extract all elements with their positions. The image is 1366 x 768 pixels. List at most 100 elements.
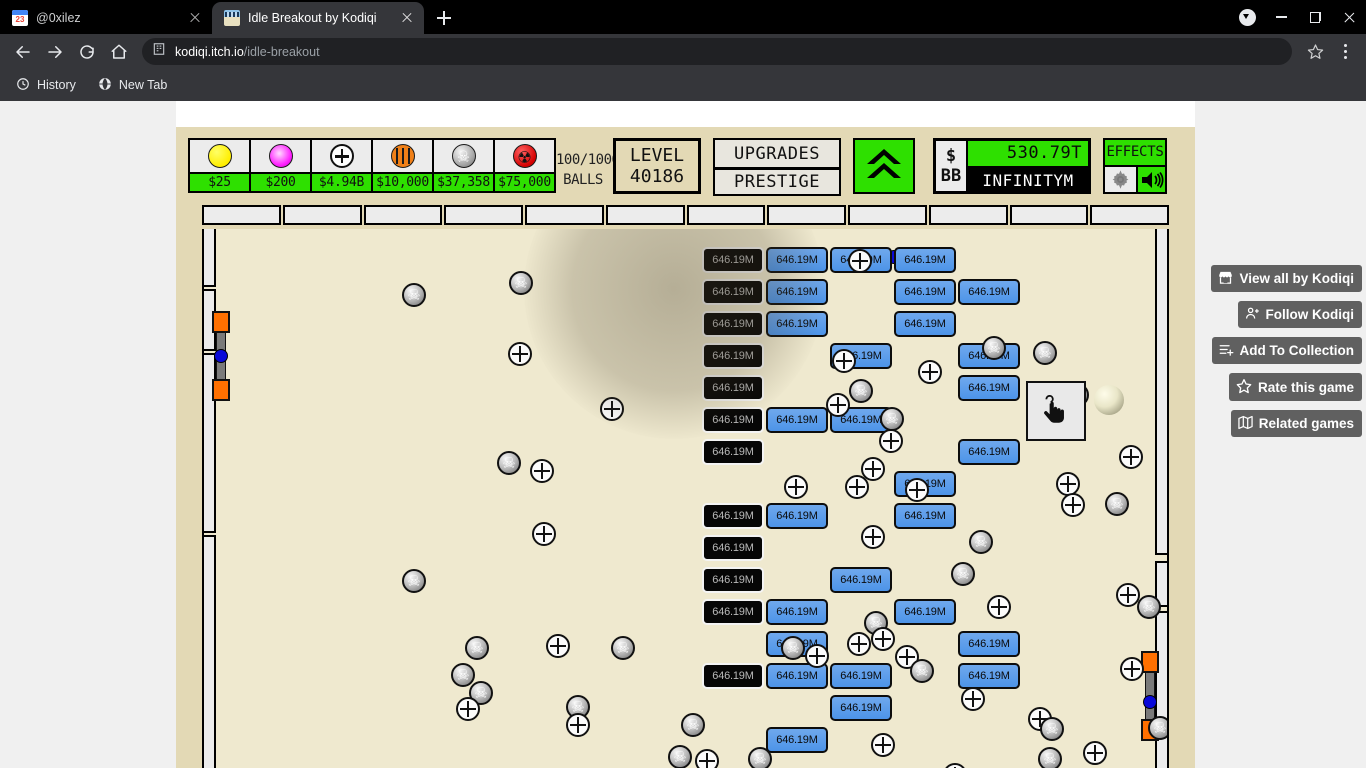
gear-icon[interactable] bbox=[1105, 167, 1136, 192]
brick: 646.19M bbox=[702, 599, 764, 625]
back-icon[interactable] bbox=[8, 37, 38, 67]
brick: 646.19M bbox=[766, 311, 828, 337]
address-bar[interactable]: kodiqi.itch.io/idle-breakout bbox=[142, 38, 1292, 65]
level-value: 40186 bbox=[629, 166, 685, 187]
ball-price: $75,000 bbox=[495, 172, 554, 191]
brick: 646.19M bbox=[702, 663, 764, 689]
effects-button[interactable]: EFFECTS bbox=[1105, 140, 1165, 165]
site-info-icon[interactable] bbox=[152, 42, 166, 61]
brick: 646.19M bbox=[958, 663, 1020, 689]
border-segment bbox=[202, 205, 281, 225]
plus-ball-icon bbox=[1061, 493, 1085, 517]
brick: 646.19M bbox=[830, 663, 892, 689]
forward-icon[interactable] bbox=[40, 37, 70, 67]
slider-knob[interactable] bbox=[214, 349, 228, 363]
star-icon[interactable] bbox=[1300, 37, 1330, 67]
plus-ball-icon bbox=[961, 687, 985, 711]
close-icon[interactable] bbox=[186, 9, 204, 27]
history-icon bbox=[16, 77, 30, 94]
plus-ball-icon bbox=[943, 763, 967, 768]
browser-tab-0[interactable]: @0xilez bbox=[0, 2, 212, 34]
minimize-icon[interactable] bbox=[1264, 0, 1298, 34]
kebab-menu-icon[interactable] bbox=[1332, 44, 1358, 59]
ball-shop-item-pink[interactable]: $200 bbox=[249, 138, 312, 193]
plus-ball-icon bbox=[832, 349, 856, 373]
related-games-button[interactable]: Related games bbox=[1230, 410, 1362, 437]
ball-shop-item-rad[interactable]: $75,000 bbox=[493, 138, 556, 193]
effects-panel: EFFECTS bbox=[1103, 138, 1167, 194]
border-segment bbox=[928, 205, 1008, 225]
browser-tab-title: @0xilez bbox=[36, 11, 81, 25]
fast-forward-button[interactable] bbox=[853, 138, 915, 194]
ball-shop-item-sniper[interactable]: $10,000 bbox=[371, 138, 434, 193]
skull-ball-icon: ☠ bbox=[1137, 595, 1161, 619]
cash-value: 530.79T bbox=[966, 141, 1088, 166]
plus-ball-icon bbox=[861, 525, 885, 549]
brick: 646.19M bbox=[702, 375, 764, 401]
upgrades-button[interactable]: UPGRADES bbox=[715, 140, 839, 167]
effects-controls bbox=[1105, 165, 1165, 192]
view-all-button[interactable]: View all by Kodiqi bbox=[1211, 265, 1362, 292]
brick: 646.19M bbox=[766, 503, 828, 529]
slider-knob[interactable] bbox=[1143, 695, 1157, 709]
close-icon[interactable] bbox=[398, 9, 416, 27]
ball-shop-item-skull[interactable]: $37,358 bbox=[432, 138, 495, 193]
bookmark-history[interactable]: History bbox=[12, 74, 80, 97]
ball-shop-item-basic[interactable]: $25 bbox=[188, 138, 251, 193]
plus-ball-icon bbox=[530, 459, 554, 483]
rad-ball-icon bbox=[495, 140, 554, 172]
skull-ball-icon: ☠ bbox=[969, 530, 993, 554]
download-icon[interactable] bbox=[1230, 0, 1264, 34]
reload-icon[interactable] bbox=[72, 37, 102, 67]
brick: 646.19M bbox=[958, 375, 1020, 401]
browser-tab-1[interactable]: Idle Breakout by Kodiqi bbox=[212, 2, 424, 34]
field-top-border bbox=[202, 205, 1169, 225]
restore-icon[interactable] bbox=[1298, 0, 1332, 34]
game-canvas[interactable]: $25 $200 $4.94B $10,000 $37,358 bbox=[176, 127, 1195, 768]
border-segment bbox=[1009, 205, 1089, 225]
close-icon[interactable] bbox=[1332, 0, 1366, 34]
ball-shop-item-plus[interactable]: $4.94B bbox=[310, 138, 373, 193]
url-host: kodiqi.itch.io bbox=[175, 44, 244, 59]
speaker-on-icon[interactable] bbox=[1136, 167, 1165, 192]
left-paddle-slider[interactable] bbox=[212, 311, 230, 401]
edge-segment bbox=[204, 535, 216, 768]
itch-button-label: Related games bbox=[1258, 416, 1354, 431]
browser-toolbar: kodiqi.itch.io/idle-breakout bbox=[0, 34, 1366, 69]
balls-counter: 100/1000 BALLS bbox=[556, 138, 620, 190]
brick: 646.19M bbox=[702, 311, 764, 337]
brick: 646.19M bbox=[702, 567, 764, 593]
rate-game-button[interactable]: Rate this game bbox=[1228, 373, 1362, 401]
list-plus-icon bbox=[1219, 342, 1234, 359]
home-icon[interactable] bbox=[104, 37, 134, 67]
border-segment bbox=[686, 205, 766, 225]
prestige-button[interactable]: PRESTIGE bbox=[715, 167, 839, 194]
click-cursor-icon bbox=[1026, 381, 1086, 441]
brick: 646.19M bbox=[702, 503, 764, 529]
plus-ball-icon bbox=[546, 634, 570, 658]
bookmark-new-tab[interactable]: New Tab bbox=[94, 74, 171, 97]
menu-buttons: UPGRADES PRESTIGE bbox=[713, 138, 841, 196]
address-bar-url: kodiqi.itch.io/idle-breakout bbox=[175, 45, 1282, 59]
bookmarks-bar: History New Tab bbox=[0, 69, 1366, 101]
ball-price: $37,358 bbox=[434, 172, 493, 191]
new-tab-button[interactable] bbox=[430, 4, 458, 32]
follow-button[interactable]: Follow Kodiqi bbox=[1237, 301, 1362, 328]
skull-ball-icon: ☠ bbox=[668, 745, 692, 768]
plus-ball-icon bbox=[532, 522, 556, 546]
globe-icon bbox=[98, 77, 112, 94]
border-segment bbox=[1090, 205, 1169, 225]
brick: 646.19M bbox=[766, 247, 828, 273]
brick: 646.19M bbox=[894, 247, 956, 273]
double-chevron-up-icon bbox=[864, 144, 904, 188]
plus-ball-icon bbox=[987, 595, 1011, 619]
play-field[interactable]: 646.19M 646.19M 646.19M 646.19M 646.19M 646.1… bbox=[202, 229, 1169, 768]
brick: 646.19M bbox=[766, 599, 828, 625]
edge-segment bbox=[1155, 229, 1167, 555]
calendar-icon bbox=[12, 10, 28, 26]
add-to-collection-button[interactable]: Add To Collection bbox=[1211, 337, 1362, 364]
bookmark-label: History bbox=[37, 78, 76, 92]
skull-ball-icon: ☠ bbox=[451, 663, 475, 687]
skull-ball-icon: ☠ bbox=[681, 713, 705, 737]
skull-ball-icon: ☠ bbox=[1105, 492, 1129, 516]
